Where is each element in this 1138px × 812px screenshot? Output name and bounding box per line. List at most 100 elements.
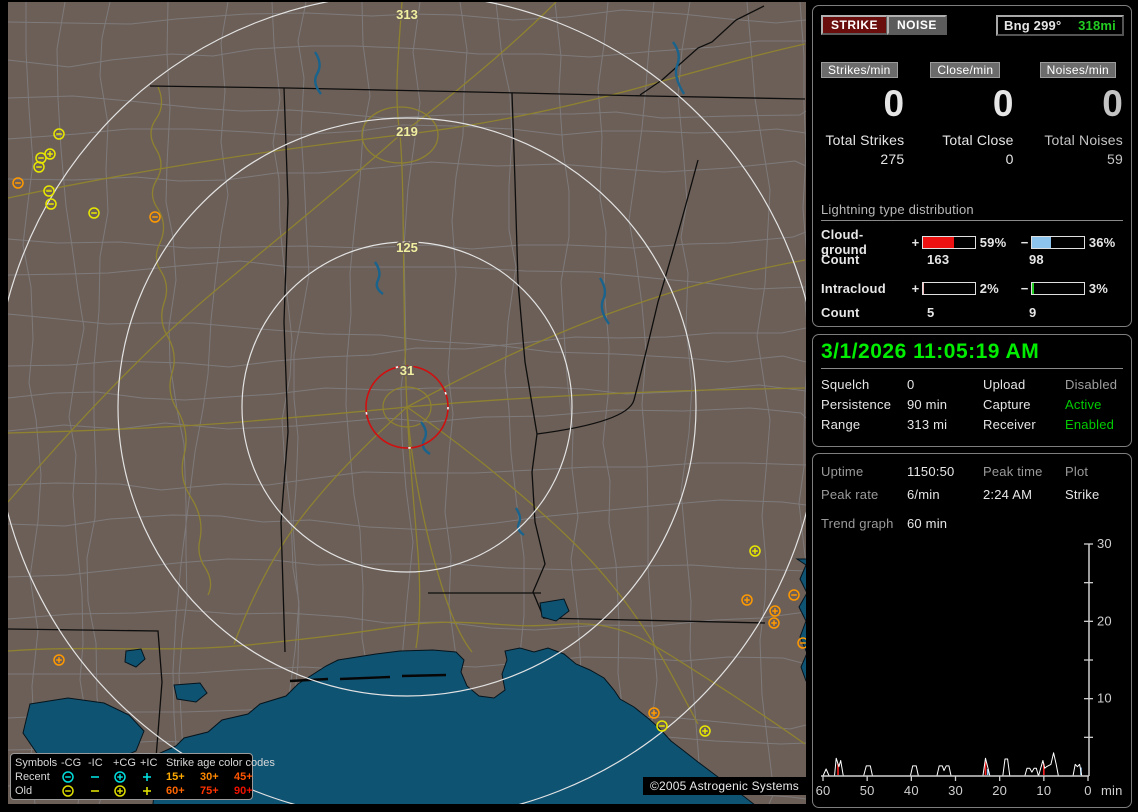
barrier-island <box>401 673 447 678</box>
uptime-label: Uptime <box>821 464 864 479</box>
total-strikes-label: Total Strikes <box>825 132 905 148</box>
status-row: Persistence 90 min Capture Active <box>821 397 1123 412</box>
status-row: Squelch 0 Upload Disabled <box>821 377 1123 392</box>
minus-icon <box>88 784 113 798</box>
noises-per-min-button[interactable]: Noises/min <box>1039 62 1117 78</box>
legend-pic-label: +IC <box>140 757 158 769</box>
total-close-value: 0 <box>1005 151 1014 167</box>
datetime-display: 3/1/2026 11:05:19 AM <box>821 340 1123 369</box>
ring-distance-label: 313 <box>396 7 418 22</box>
age-code-90: 90+ <box>234 785 253 797</box>
trend-graph-row: Trend graph 60 min <box>821 516 1123 531</box>
x-tick-label: 10 <box>1036 783 1051 798</box>
noises-per-min-value: 0 <box>1102 83 1123 124</box>
intracloud-row: Intracloud + 2% − 3% <box>821 281 1127 296</box>
persistence-label: Persistence <box>821 397 892 412</box>
squelch-value: 0 <box>907 377 915 392</box>
strikes-per-min-button[interactable]: Strikes/min <box>821 62 898 78</box>
status-panel: 3/1/2026 11:05:19 AM Squelch 0 Upload Di… <box>812 334 1132 447</box>
app-window: 313 219 125 31 ©2005 Astrogenic Systems Sym… <box>0 0 1138 812</box>
count-label: Count <box>821 252 860 267</box>
peak-rate-label: Peak rate <box>821 487 879 502</box>
cloud-ground-count-row: Count 163 98 <box>821 252 1044 267</box>
cg-plus-percent: 59% <box>979 234 1007 250</box>
age-code-45: 45+ <box>234 771 253 783</box>
receiver-label: Receiver <box>983 417 1036 432</box>
upload-label: Upload <box>983 377 1026 392</box>
upload-value: Disabled <box>1065 377 1118 392</box>
ic-minus-count: 9 <box>1029 305 1037 320</box>
ic-minus-bar <box>1031 282 1085 295</box>
x-tick-label: 60 <box>816 783 831 798</box>
age-code-75: 75+ <box>200 785 219 797</box>
info-row: Peak rate 6/min 2:24 AM Strike <box>821 487 1123 502</box>
range-value: 313 mi <box>907 417 948 432</box>
ring-distance-label: 219 <box>396 124 418 139</box>
plus-sign: + <box>911 234 920 250</box>
bearing-value: Bng 299° <box>1004 18 1062 33</box>
legend-pcg-label: +CG <box>113 757 136 769</box>
strikes-per-min-value: 0 <box>883 83 905 124</box>
info-row: Uptime 1150:50 Peak time Plot <box>821 464 1123 479</box>
total-close-label: Total Close <box>942 132 1014 148</box>
map-panel: 313 219 125 31 ©2005 Astrogenic Systems Sym… <box>8 2 806 804</box>
x-tick-label: 0 <box>1084 783 1091 798</box>
plus-icon <box>140 784 166 798</box>
plus-sign: + <box>911 281 920 296</box>
plot-mode-value[interactable]: Strike <box>1065 487 1123 502</box>
ic-plus-percent: 2% <box>979 281 999 296</box>
copyright-text: ©2005 Astrogenic Systems <box>642 777 806 795</box>
range-label: Range <box>821 417 861 432</box>
cg-minus-count: 98 <box>1029 252 1044 267</box>
squelch-label: Squelch <box>821 377 870 392</box>
close-per-min-value: 0 <box>992 83 1014 124</box>
lightning-map[interactable]: 313 219 125 31 <box>8 2 806 804</box>
stats-panel: STRIKE NOISE Bng 299° 318mi Strikes/min … <box>812 5 1132 327</box>
age-code-30: 30+ <box>200 771 219 783</box>
circle-minus-icon <box>61 770 88 784</box>
strike-mode-button[interactable]: STRIKE <box>821 15 889 35</box>
peak-time-label: Peak time <box>983 464 1043 479</box>
legend-ncg-label: -CG <box>61 757 82 769</box>
trend-graph-window: 60 min <box>907 516 948 531</box>
capture-label: Capture <box>983 397 1031 412</box>
circle-plus-icon <box>113 784 140 798</box>
uptime-value: 1150:50 <box>907 464 955 479</box>
total-strikes-value: 275 <box>880 151 905 167</box>
peak-time-value: 2:24 AM <box>983 487 1033 502</box>
trend-graph-label: Trend graph <box>821 516 894 531</box>
cg-minus-percent: 36% <box>1088 234 1116 250</box>
receiver-value: Enabled <box>1065 417 1115 432</box>
bearing-distance: 318mi <box>1078 18 1116 33</box>
ring-distance-label: 31 <box>400 363 414 378</box>
circle-plus-icon <box>113 770 140 784</box>
plot-label: Plot <box>1065 464 1089 479</box>
x-tick-label: 50 <box>860 783 875 798</box>
intracloud-count-row: Count 5 9 <box>821 305 1036 320</box>
totals-values-row: 275 0 59 <box>821 151 1123 167</box>
trend-line <box>822 752 1088 777</box>
count-label: Count <box>821 305 860 320</box>
distribution-title: Lightning type distribution <box>821 202 1123 221</box>
minus-sign: − <box>1020 234 1029 250</box>
capture-value: Active <box>1065 397 1102 412</box>
map-legend: Symbols -CG -IC +CG +IC Strike age color… <box>10 753 275 800</box>
peak-rate-value: 6/min <box>907 487 940 502</box>
intracloud-label: Intracloud <box>821 281 886 296</box>
age-code-60: 60+ <box>166 785 185 797</box>
x-tick-label: 20 <box>992 783 1007 798</box>
legend-nic-label: -IC <box>88 757 103 769</box>
close-per-min-button[interactable]: Close/min <box>930 62 1001 78</box>
x-tick-label: 30 <box>948 783 963 798</box>
legend-recent-row: Recent 15+ 30+ 45+ <box>15 770 253 784</box>
total-noises-value: 59 <box>1107 151 1123 167</box>
legend-old-label: Old <box>15 785 33 797</box>
cg-minus-bar <box>1031 235 1085 249</box>
y-tick-label: 10 <box>1097 691 1112 706</box>
legend-symbols-label: Symbols <box>15 757 58 769</box>
noise-mode-button[interactable]: NOISE <box>887 15 947 35</box>
legend-old-row: Old 60+ 75+ 90+ <box>15 784 253 798</box>
x-axis-unit: min <box>1101 783 1123 798</box>
bearing-readout: Bng 299° 318mi <box>996 15 1124 36</box>
rate-buttons-row: Strikes/min Close/min Noises/min <box>821 62 1123 78</box>
